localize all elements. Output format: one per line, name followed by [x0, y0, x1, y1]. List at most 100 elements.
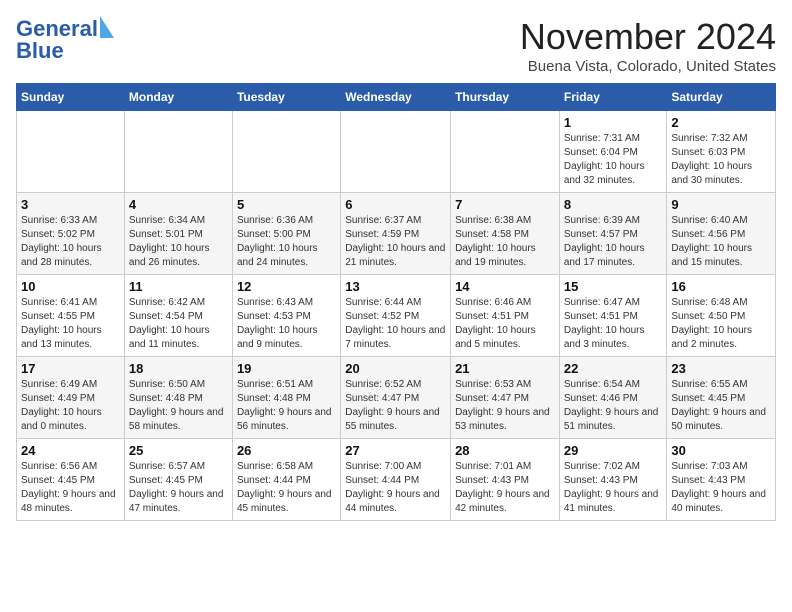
logo-triangle-icon	[100, 16, 114, 38]
day-info: Sunrise: 6:53 AM Sunset: 4:47 PM Dayligh…	[455, 378, 555, 434]
day-number: 30	[671, 443, 771, 458]
day-number: 7	[455, 197, 555, 212]
calendar-cell: 20 Sunrise: 6:52 AM Sunset: 4:47 PM Dayli…	[341, 357, 451, 439]
col-header-wednesday: Wednesday	[341, 84, 451, 111]
calendar-cell: 27 Sunrise: 7:00 AM Sunset: 4:44 PM Dayli…	[341, 439, 451, 521]
day-info: Sunrise: 6:56 AM Sunset: 4:45 PM Dayligh…	[21, 460, 120, 516]
col-header-tuesday: Tuesday	[232, 84, 340, 111]
calendar-cell	[232, 111, 340, 193]
day-number: 17	[21, 361, 120, 376]
calendar-cell: 2Sunrise: 7:32 AM Sunset: 6:03 PM Daylig…	[667, 111, 776, 193]
calendar-cell: 21 Sunrise: 6:53 AM Sunset: 4:47 PM Dayli…	[451, 357, 560, 439]
day-info: Sunrise: 6:34 AM Sunset: 5:01 PM Dayligh…	[129, 214, 228, 270]
day-number: 12	[237, 279, 336, 294]
day-info: Sunrise: 6:49 AM Sunset: 4:49 PM Dayligh…	[21, 378, 120, 434]
day-number: 24	[21, 443, 120, 458]
day-number: 20	[345, 361, 446, 376]
page-header: General Blue November 2024 Buena Vista, …	[16, 16, 776, 75]
day-info: Sunrise: 7:31 AM Sunset: 6:04 PM Dayligh…	[564, 132, 663, 188]
calendar-cell: 6 Sunrise: 6:37 AM Sunset: 4:59 PM Daylig…	[341, 193, 451, 275]
day-info: Sunrise: 6:40 AM Sunset: 4:56 PM Dayligh…	[671, 214, 771, 270]
day-number: 9	[671, 197, 771, 212]
title-block: November 2024 Buena Vista, Colorado, Uni…	[520, 16, 776, 75]
day-number: 15	[564, 279, 663, 294]
calendar-cell: 18 Sunrise: 6:50 AM Sunset: 4:48 PM Dayli…	[124, 357, 232, 439]
day-number: 11	[129, 279, 228, 294]
day-number: 23	[671, 361, 771, 376]
day-number: 27	[345, 443, 446, 458]
calendar-cell: 30Sunrise: 7:03 AM Sunset: 4:43 PM Dayli…	[667, 439, 776, 521]
day-number: 18	[129, 361, 228, 376]
calendar-cell: 19 Sunrise: 6:51 AM Sunset: 4:48 PM Dayli…	[232, 357, 340, 439]
day-number: 13	[345, 279, 446, 294]
logo: General Blue	[16, 16, 114, 64]
day-number: 19	[237, 361, 336, 376]
col-header-monday: Monday	[124, 84, 232, 111]
day-info: Sunrise: 6:58 AM Sunset: 4:44 PM Dayligh…	[237, 460, 336, 516]
calendar-cell: 28 Sunrise: 7:01 AM Sunset: 4:43 PM Dayli…	[451, 439, 560, 521]
calendar-cell: 25 Sunrise: 6:57 AM Sunset: 4:45 PM Dayli…	[124, 439, 232, 521]
day-info: Sunrise: 6:51 AM Sunset: 4:48 PM Dayligh…	[237, 378, 336, 434]
day-number: 16	[671, 279, 771, 294]
day-info: Sunrise: 6:57 AM Sunset: 4:45 PM Dayligh…	[129, 460, 228, 516]
location-subtitle: Buena Vista, Colorado, United States	[520, 58, 776, 75]
day-info: Sunrise: 6:36 AM Sunset: 5:00 PM Dayligh…	[237, 214, 336, 270]
calendar-cell: 14 Sunrise: 6:46 AM Sunset: 4:51 PM Dayli…	[451, 275, 560, 357]
day-number: 26	[237, 443, 336, 458]
calendar-cell: 23 Sunrise: 6:55 AM Sunset: 4:45 PM Dayli…	[667, 357, 776, 439]
day-number: 6	[345, 197, 446, 212]
col-header-friday: Friday	[559, 84, 667, 111]
day-number: 1	[564, 115, 663, 130]
col-header-saturday: Saturday	[667, 84, 776, 111]
day-info: Sunrise: 6:39 AM Sunset: 4:57 PM Dayligh…	[564, 214, 663, 270]
day-info: Sunrise: 7:01 AM Sunset: 4:43 PM Dayligh…	[455, 460, 555, 516]
calendar-cell: 17 Sunrise: 6:49 AM Sunset: 4:49 PM Dayli…	[17, 357, 125, 439]
calendar-table: SundayMondayTuesdayWednesdayThursdayFrid…	[16, 83, 776, 521]
day-number: 28	[455, 443, 555, 458]
calendar-cell: 8 Sunrise: 6:39 AM Sunset: 4:57 PM Daylig…	[559, 193, 667, 275]
day-info: Sunrise: 6:38 AM Sunset: 4:58 PM Dayligh…	[455, 214, 555, 270]
day-info: Sunrise: 6:47 AM Sunset: 4:51 PM Dayligh…	[564, 296, 663, 352]
calendar-cell: 16 Sunrise: 6:48 AM Sunset: 4:50 PM Dayli…	[667, 275, 776, 357]
day-number: 2	[671, 115, 771, 130]
day-info: Sunrise: 6:46 AM Sunset: 4:51 PM Dayligh…	[455, 296, 555, 352]
day-info: Sunrise: 6:50 AM Sunset: 4:48 PM Dayligh…	[129, 378, 228, 434]
calendar-cell: 13 Sunrise: 6:44 AM Sunset: 4:52 PM Dayli…	[341, 275, 451, 357]
col-header-thursday: Thursday	[451, 84, 560, 111]
day-info: Sunrise: 6:48 AM Sunset: 4:50 PM Dayligh…	[671, 296, 771, 352]
calendar-cell: 7 Sunrise: 6:38 AM Sunset: 4:58 PM Daylig…	[451, 193, 560, 275]
day-info: Sunrise: 6:44 AM Sunset: 4:52 PM Dayligh…	[345, 296, 446, 352]
calendar-cell: 15 Sunrise: 6:47 AM Sunset: 4:51 PM Dayli…	[559, 275, 667, 357]
day-info: Sunrise: 6:42 AM Sunset: 4:54 PM Dayligh…	[129, 296, 228, 352]
logo-blue: Blue	[16, 38, 64, 64]
calendar-cell: 11 Sunrise: 6:42 AM Sunset: 4:54 PM Dayli…	[124, 275, 232, 357]
calendar-cell	[341, 111, 451, 193]
day-info: Sunrise: 6:37 AM Sunset: 4:59 PM Dayligh…	[345, 214, 446, 270]
day-number: 10	[21, 279, 120, 294]
day-number: 14	[455, 279, 555, 294]
day-info: Sunrise: 6:33 AM Sunset: 5:02 PM Dayligh…	[21, 214, 120, 270]
day-number: 8	[564, 197, 663, 212]
calendar-cell: 26 Sunrise: 6:58 AM Sunset: 4:44 PM Dayli…	[232, 439, 340, 521]
day-number: 22	[564, 361, 663, 376]
day-number: 21	[455, 361, 555, 376]
day-info: Sunrise: 6:41 AM Sunset: 4:55 PM Dayligh…	[21, 296, 120, 352]
calendar-cell: 4 Sunrise: 6:34 AM Sunset: 5:01 PM Daylig…	[124, 193, 232, 275]
day-number: 29	[564, 443, 663, 458]
calendar-cell: 12 Sunrise: 6:43 AM Sunset: 4:53 PM Dayli…	[232, 275, 340, 357]
month-title: November 2024	[520, 16, 776, 58]
day-info: Sunrise: 7:00 AM Sunset: 4:44 PM Dayligh…	[345, 460, 446, 516]
day-number: 4	[129, 197, 228, 212]
day-number: 3	[21, 197, 120, 212]
col-header-sunday: Sunday	[17, 84, 125, 111]
day-info: Sunrise: 6:52 AM Sunset: 4:47 PM Dayligh…	[345, 378, 446, 434]
calendar-cell	[17, 111, 125, 193]
day-info: Sunrise: 6:54 AM Sunset: 4:46 PM Dayligh…	[564, 378, 663, 434]
calendar-cell: 1 Sunrise: 7:31 AM Sunset: 6:04 PM Daylig…	[559, 111, 667, 193]
day-info: Sunrise: 6:43 AM Sunset: 4:53 PM Dayligh…	[237, 296, 336, 352]
calendar-cell: 22 Sunrise: 6:54 AM Sunset: 4:46 PM Dayli…	[559, 357, 667, 439]
calendar-cell: 5Sunrise: 6:36 AM Sunset: 5:00 PM Daylig…	[232, 193, 340, 275]
day-number: 25	[129, 443, 228, 458]
calendar-cell	[451, 111, 560, 193]
day-info: Sunrise: 6:55 AM Sunset: 4:45 PM Dayligh…	[671, 378, 771, 434]
